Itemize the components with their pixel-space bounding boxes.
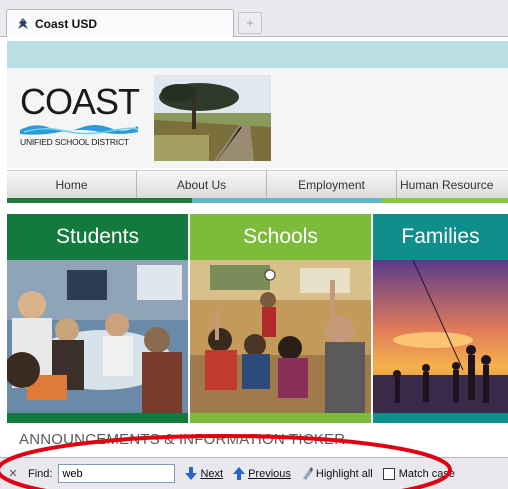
nav-item-human-resource[interactable]: Human Resource bbox=[397, 171, 508, 198]
highlight-all-button[interactable]: Highlight all bbox=[301, 467, 373, 480]
browser-tab[interactable]: Coast USD bbox=[6, 9, 234, 37]
find-previous-button[interactable]: Previous bbox=[233, 467, 291, 480]
families-photo bbox=[373, 260, 508, 413]
tab-title: Coast USD bbox=[35, 16, 98, 31]
new-tab-button[interactable]: + bbox=[238, 12, 262, 34]
arrow-up-icon bbox=[233, 467, 246, 480]
logo-title: COAST bbox=[20, 81, 140, 122]
card-students[interactable]: Students bbox=[7, 214, 188, 413]
favicon-icon bbox=[15, 16, 31, 32]
logo-wave-icon bbox=[20, 125, 138, 135]
nav-color-stripe bbox=[7, 198, 508, 203]
card-families[interactable]: Families bbox=[373, 214, 508, 413]
card-students-label: Students bbox=[7, 214, 188, 260]
arrow-down-icon bbox=[185, 467, 198, 480]
nav-item-home[interactable]: Home bbox=[7, 171, 137, 198]
find-input[interactable] bbox=[58, 464, 176, 483]
district-logo[interactable]: COAST UNIFIED SCHOOL DISTRICT bbox=[20, 84, 150, 164]
card-schools-footer bbox=[190, 413, 371, 423]
browser-tab-strip: Coast USD + bbox=[0, 0, 508, 37]
web-page: COAST UNIFIED SCHOOL DISTRICT Home About… bbox=[7, 37, 508, 457]
find-next-label: Next bbox=[200, 467, 224, 480]
announcements-ticker-heading: ANNOUNCEMENTS & INFORMATION TICKER bbox=[19, 431, 346, 448]
nav-item-employment[interactable]: Employment bbox=[267, 171, 397, 198]
students-photo bbox=[7, 260, 188, 413]
highlighter-icon bbox=[301, 467, 313, 480]
highlight-all-label: Highlight all bbox=[315, 467, 373, 480]
find-previous-label: Previous bbox=[248, 467, 291, 480]
find-bar: ✕ Find: Next Previous Highlight all Matc… bbox=[0, 457, 508, 489]
logo-subtitle: UNIFIED SCHOOL DISTRICT bbox=[20, 137, 129, 147]
match-case-checkbox[interactable]: Match case bbox=[382, 467, 456, 480]
schools-photo bbox=[190, 260, 371, 413]
page-top-band bbox=[7, 41, 508, 68]
card-families-footer bbox=[373, 413, 508, 423]
card-schools-label: Schools bbox=[190, 214, 371, 260]
card-families-label: Families bbox=[373, 214, 508, 260]
card-students-footer bbox=[7, 413, 188, 423]
find-label: Find: bbox=[28, 467, 53, 480]
close-icon[interactable]: ✕ bbox=[6, 467, 20, 481]
nav-item-about-us[interactable]: About Us bbox=[137, 171, 267, 198]
header-photo bbox=[154, 75, 271, 161]
main-nav: Home About Us Employment Human Resource bbox=[7, 170, 508, 198]
find-next-button[interactable]: Next bbox=[185, 467, 223, 480]
match-case-label: Match case bbox=[398, 467, 456, 480]
checkbox-box[interactable] bbox=[382, 467, 395, 480]
card-schools[interactable]: Schools bbox=[190, 214, 371, 413]
